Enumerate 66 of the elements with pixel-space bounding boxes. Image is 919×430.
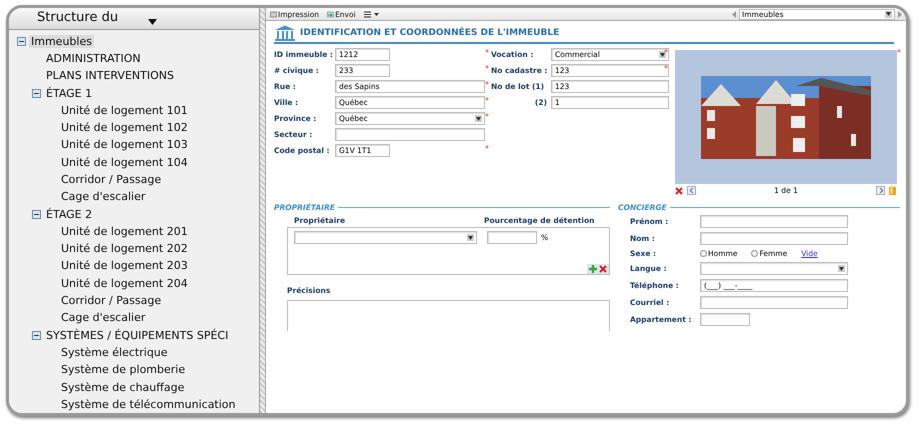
collapse-icon[interactable] [17, 36, 26, 46]
previous-button[interactable] [687, 186, 696, 195]
required-mark: * [485, 64, 490, 73]
tree-item[interactable]: Unité de logement 102 [59, 121, 190, 134]
delete-icon[interactable] [599, 265, 607, 273]
tree-item[interactable]: ÉTAGE 2 [44, 208, 94, 221]
tree-item[interactable]: Corridor / Passage [59, 172, 164, 186]
printer-icon [270, 10, 277, 18]
tree-item[interactable]: Unité de logement 204 [59, 276, 190, 290]
previous-icon[interactable] [732, 10, 737, 18]
dropdown-caret-icon [660, 52, 665, 56]
tree-item[interactable]: ÉTAGE 1 [44, 86, 94, 100]
tree-item[interactable]: Système de plomberie [59, 363, 188, 376]
tree-item[interactable]: Cage d'escalier [59, 311, 148, 324]
panel-title: Structure du [37, 10, 118, 25]
collapse-icon[interactable] [32, 88, 41, 98]
collapse-icon[interactable] [32, 210, 41, 219]
tree-item[interactable]: Système électrique [59, 346, 170, 359]
percentage-field[interactable] [487, 231, 537, 244]
tree-item[interactable]: Corridor / Passage [59, 294, 164, 308]
tree-item[interactable]: Unité de logement 201 [59, 224, 190, 238]
required-mark: * [485, 144, 490, 153]
tree-item[interactable]: ADMINISTRATION [44, 52, 143, 65]
tree-item[interactable]: Cage d'escalier [59, 190, 148, 204]
add-icon[interactable] [589, 265, 597, 273]
tree-item[interactable]: Unité de logement 101 [59, 104, 190, 117]
required-mark: * [664, 64, 669, 73]
section-title: IDENTIFICATION ET COORDONNÉES DE L'IMMEUBLE [300, 28, 560, 38]
delete-icon[interactable] [675, 186, 683, 194]
folder-icon[interactable] [889, 186, 897, 195]
tree-item[interactable]: Unité de logement 203 [59, 259, 190, 272]
text-field[interactable] [335, 128, 485, 141]
tree-item[interactable]: Immeubles [29, 34, 94, 48]
required-mark: * [485, 48, 490, 57]
notes-field[interactable] [287, 300, 610, 331]
chevron-right-icon [878, 188, 882, 193]
dropdown-field[interactable] [294, 231, 477, 244]
text-field[interactable] [700, 215, 848, 228]
menu-icon[interactable] [364, 10, 380, 18]
next-button[interactable] [876, 186, 885, 195]
dropdown-caret-icon [886, 12, 891, 16]
dropdown-caret-icon [468, 236, 473, 240]
tree-item[interactable]: Unité de logement 202 [59, 242, 190, 256]
tree-item[interactable]: Unité de logement 103 [59, 138, 190, 152]
tree-item[interactable]: SYSTÈMES / ÉQUIPEMENTS SPÉCI [44, 328, 230, 342]
send-icon [327, 10, 334, 18]
tree-item[interactable]: PLANS INTERVENTIONS [44, 69, 176, 82]
dropdown-caret-icon [839, 266, 844, 270]
text-field[interactable] [700, 232, 848, 245]
collapse-icon[interactable] [32, 330, 41, 340]
chevron-left-icon [690, 188, 694, 193]
tree-item[interactable]: Système de chauffage [59, 380, 186, 394]
required-mark: * [485, 80, 490, 89]
dropdown-caret-icon[interactable] [148, 19, 158, 25]
next-icon[interactable] [897, 10, 902, 18]
required-mark: * [485, 112, 490, 121]
building-icon [274, 25, 296, 41]
required-mark: * [897, 48, 902, 57]
text-field[interactable] [700, 296, 848, 309]
tree-item[interactable]: Système de télécommunication [59, 398, 238, 411]
dropdown-field[interactable] [700, 262, 848, 275]
text-field[interactable] [700, 313, 750, 326]
dropdown-caret-icon [476, 116, 481, 120]
tree-item[interactable]: Unité de logement 104 [59, 156, 190, 169]
required-mark: * [664, 48, 669, 57]
required-mark: * [485, 96, 490, 105]
